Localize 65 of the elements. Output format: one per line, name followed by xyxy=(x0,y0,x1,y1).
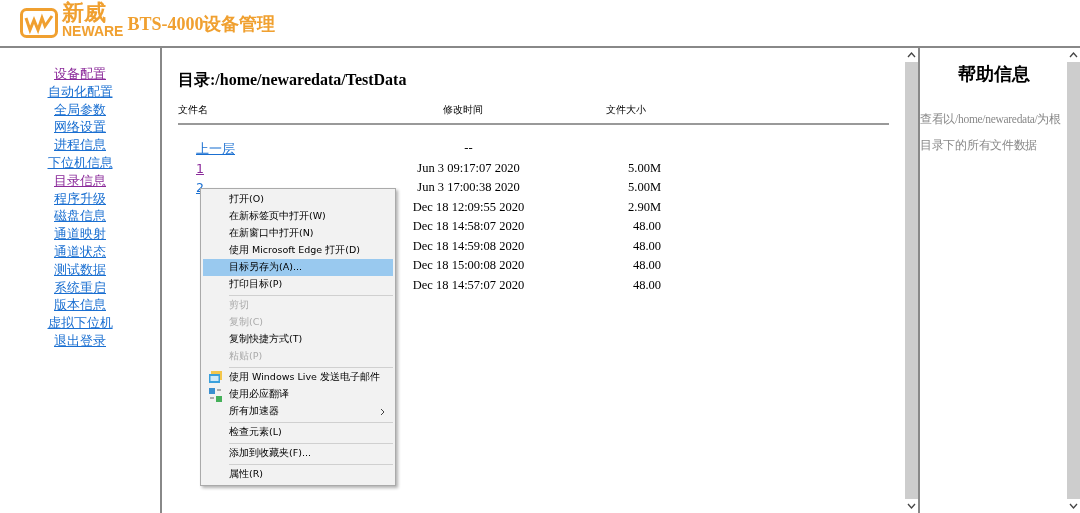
nav-link[interactable]: 虚拟下位机 xyxy=(47,314,113,332)
help-title: 帮助信息 xyxy=(956,63,1031,86)
nav-link[interactable]: 网络设置 xyxy=(54,118,106,137)
menu-item[interactable]: 属性(R) xyxy=(203,466,393,483)
menu-item[interactable]: 打印目标(P) xyxy=(203,276,393,293)
nav-link[interactable]: 系统重启 xyxy=(54,278,106,297)
nav-link[interactable]: 通道映射 xyxy=(54,225,106,243)
nav-link[interactable]: 通道状态 xyxy=(54,242,106,261)
menu-item[interactable]: 所有加速器 xyxy=(203,403,393,420)
menu-item[interactable]: 使用 Microsoft Edge 打开(D) xyxy=(203,242,393,259)
nav-link[interactable]: 程序升级 xyxy=(54,189,106,208)
modified-time: -- xyxy=(464,141,473,155)
menu-item[interactable]: 目标另存为(A)... xyxy=(203,259,393,276)
nav-link[interactable]: 自动化配置 xyxy=(47,82,113,101)
translate-icon xyxy=(209,387,223,402)
nav-link[interactable]: 磁盘信息 xyxy=(54,207,106,226)
nav-link[interactable]: 目录信息 xyxy=(54,171,106,190)
modified-time: Jun 3 17:00:38 2020 xyxy=(417,180,520,194)
scroll-down-icon[interactable] xyxy=(905,499,918,513)
menu-item[interactable]: 在新窗口中打开(N) xyxy=(203,225,393,242)
menu-item[interactable]: 复制快捷方式(T) xyxy=(203,331,393,348)
file-link[interactable]: 1 xyxy=(196,160,204,176)
file-size: 5.00M xyxy=(628,160,661,175)
scrollbar[interactable] xyxy=(905,48,918,513)
column-header: 文件名 xyxy=(178,103,209,117)
logo-subtext: NEWARE xyxy=(62,24,124,38)
menu-item[interactable]: 使用必应翻译 xyxy=(203,386,393,403)
scroll-up-icon[interactable] xyxy=(1067,48,1080,62)
scroll-down-icon[interactable] xyxy=(1067,499,1080,513)
menu-item[interactable]: 添加到收藏夹(F)... xyxy=(203,445,393,462)
nav-link[interactable]: 全局参数 xyxy=(54,100,106,119)
file-size: 48.00 xyxy=(632,258,661,272)
modified-time: Jun 3 09:17:07 2020 xyxy=(417,160,520,175)
nav-link[interactable]: 进程信息 xyxy=(54,136,106,154)
modified-time: Dec 18 14:58:07 2020 xyxy=(412,219,525,233)
logo-text: 新威 xyxy=(62,2,107,24)
app-title: BTS-4000设备管理 xyxy=(127,13,276,36)
file-link[interactable]: 上一层 xyxy=(196,141,235,156)
menu-item[interactable]: 使用 Windows Live 发送电子邮件 xyxy=(203,369,393,386)
help-text: 查看以/home/newaredata/为根目录下的所有文件数据 xyxy=(920,112,1062,153)
directory-title: 目录:/home/newaredata/TestData xyxy=(178,70,408,90)
mail-icon xyxy=(209,371,223,384)
scroll-up-icon[interactable] xyxy=(905,48,918,62)
chevron-right-icon xyxy=(380,407,385,416)
modified-time: Dec 18 15:00:08 2020 xyxy=(412,258,525,272)
menu-item[interactable]: 在新标签页中打开(W) xyxy=(203,208,393,225)
file-size: 5.00M xyxy=(628,180,661,194)
menu-item[interactable]: 打开(O) xyxy=(203,191,393,208)
file-size: 48.00 xyxy=(632,238,661,253)
modified-time: Dec 18 12:09:55 2020 xyxy=(412,199,525,214)
nav-link[interactable]: 测试数据 xyxy=(54,260,106,279)
nav-link[interactable]: 退出登录 xyxy=(54,331,106,350)
file-size: 48.00 xyxy=(632,277,661,292)
column-header: 文件大小 xyxy=(606,103,647,117)
logo-icon xyxy=(20,8,58,38)
file-size: 2.90M xyxy=(628,199,661,214)
modified-time: Dec 18 14:59:08 2020 xyxy=(412,238,525,253)
nav-link[interactable]: 设备配置 xyxy=(54,65,106,83)
nav-link[interactable]: 版本信息 xyxy=(54,296,106,315)
scrollbar[interactable] xyxy=(1067,48,1080,513)
column-header: 修改时间 xyxy=(443,103,484,117)
nav-link[interactable]: 下位机信息 xyxy=(47,154,113,172)
modified-time: Dec 18 14:57:07 2020 xyxy=(412,277,525,292)
menu-item[interactable]: 检查元素(L) xyxy=(203,424,393,441)
file-size: 48.00 xyxy=(632,219,661,233)
